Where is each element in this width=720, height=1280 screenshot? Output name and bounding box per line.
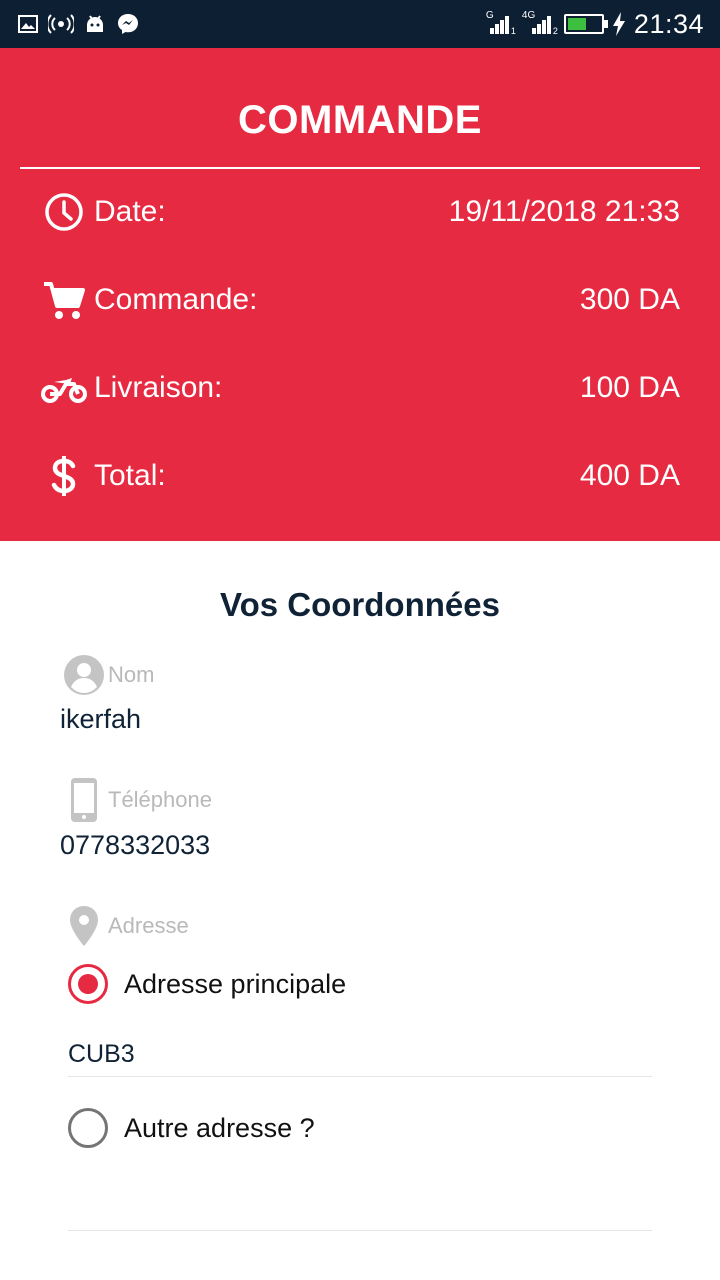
- battery-icon: [563, 14, 608, 34]
- order-row-commande: Commande: 300 DA: [40, 276, 680, 324]
- signal-sim1-icon: G 1: [485, 10, 516, 36]
- charging-bolt-icon: [612, 12, 625, 36]
- other-address-input-underline[interactable]: [68, 1230, 652, 1231]
- phone-field[interactable]: 0778332033: [60, 830, 210, 861]
- radio-main-address[interactable]: Adresse principale: [68, 960, 346, 1008]
- order-row-value: 400 DA: [579, 459, 680, 492]
- address-divider: [68, 1076, 652, 1077]
- person-icon: [60, 651, 108, 699]
- dollar-icon: [40, 452, 88, 500]
- address-field-label: Adresse: [60, 902, 189, 950]
- title-divider: [20, 167, 700, 169]
- cart-icon: [40, 276, 88, 324]
- phone-field-label: Téléphone: [60, 776, 212, 824]
- order-row-total: Total: 400 DA: [40, 452, 680, 500]
- signal-sim2-icon: 4G 2: [521, 10, 558, 36]
- radio-other-address[interactable]: Autre adresse ?: [68, 1104, 315, 1152]
- order-row-value: 300 DA: [579, 283, 680, 316]
- hotspot-icon: [48, 14, 74, 34]
- order-row-date: Date: 19/11/2018 21:33: [40, 188, 680, 236]
- name-field-label: Nom: [60, 651, 154, 699]
- image-icon: [18, 15, 38, 33]
- messenger-icon: [118, 14, 138, 34]
- notification-icons: [18, 12, 140, 36]
- section-title: Vos Coordonnées: [220, 586, 500, 623]
- order-row-value: 19/11/2018 21:33: [448, 195, 680, 228]
- order-row-livraison: Livraison: 100 DA: [40, 364, 680, 412]
- radio-label: Adresse principale: [124, 968, 347, 999]
- radio-selected-icon[interactable]: [68, 964, 108, 1004]
- order-row-label: Commande:: [94, 283, 258, 316]
- order-row-label: Total:: [94, 459, 166, 492]
- location-pin-icon: [60, 902, 108, 950]
- order-row-value: 100 DA: [579, 371, 680, 404]
- name-field[interactable]: ikerfah: [60, 704, 141, 735]
- order-row-label: Livraison:: [94, 371, 223, 404]
- page-title: COMMANDE: [238, 98, 482, 142]
- system-icons: G 1 4G 2 21:34: [486, 6, 704, 42]
- clock-time: 21:34: [633, 8, 704, 39]
- order-summary-panel: COMMANDE Date: 19/11/2018 21:33 Commande…: [0, 48, 720, 541]
- order-row-label: Date:: [94, 195, 166, 228]
- main-address-value: CUB3: [68, 1040, 135, 1068]
- motorbike-icon: [40, 364, 88, 412]
- radio-unselected-icon[interactable]: [68, 1108, 108, 1148]
- status-bar: G 1 4G 2 21:34: [0, 0, 720, 48]
- radio-label: Autre adresse ?: [124, 1112, 315, 1143]
- smartphone-icon: [60, 776, 108, 824]
- clock-icon: [40, 188, 88, 236]
- android-icon: [87, 15, 103, 32]
